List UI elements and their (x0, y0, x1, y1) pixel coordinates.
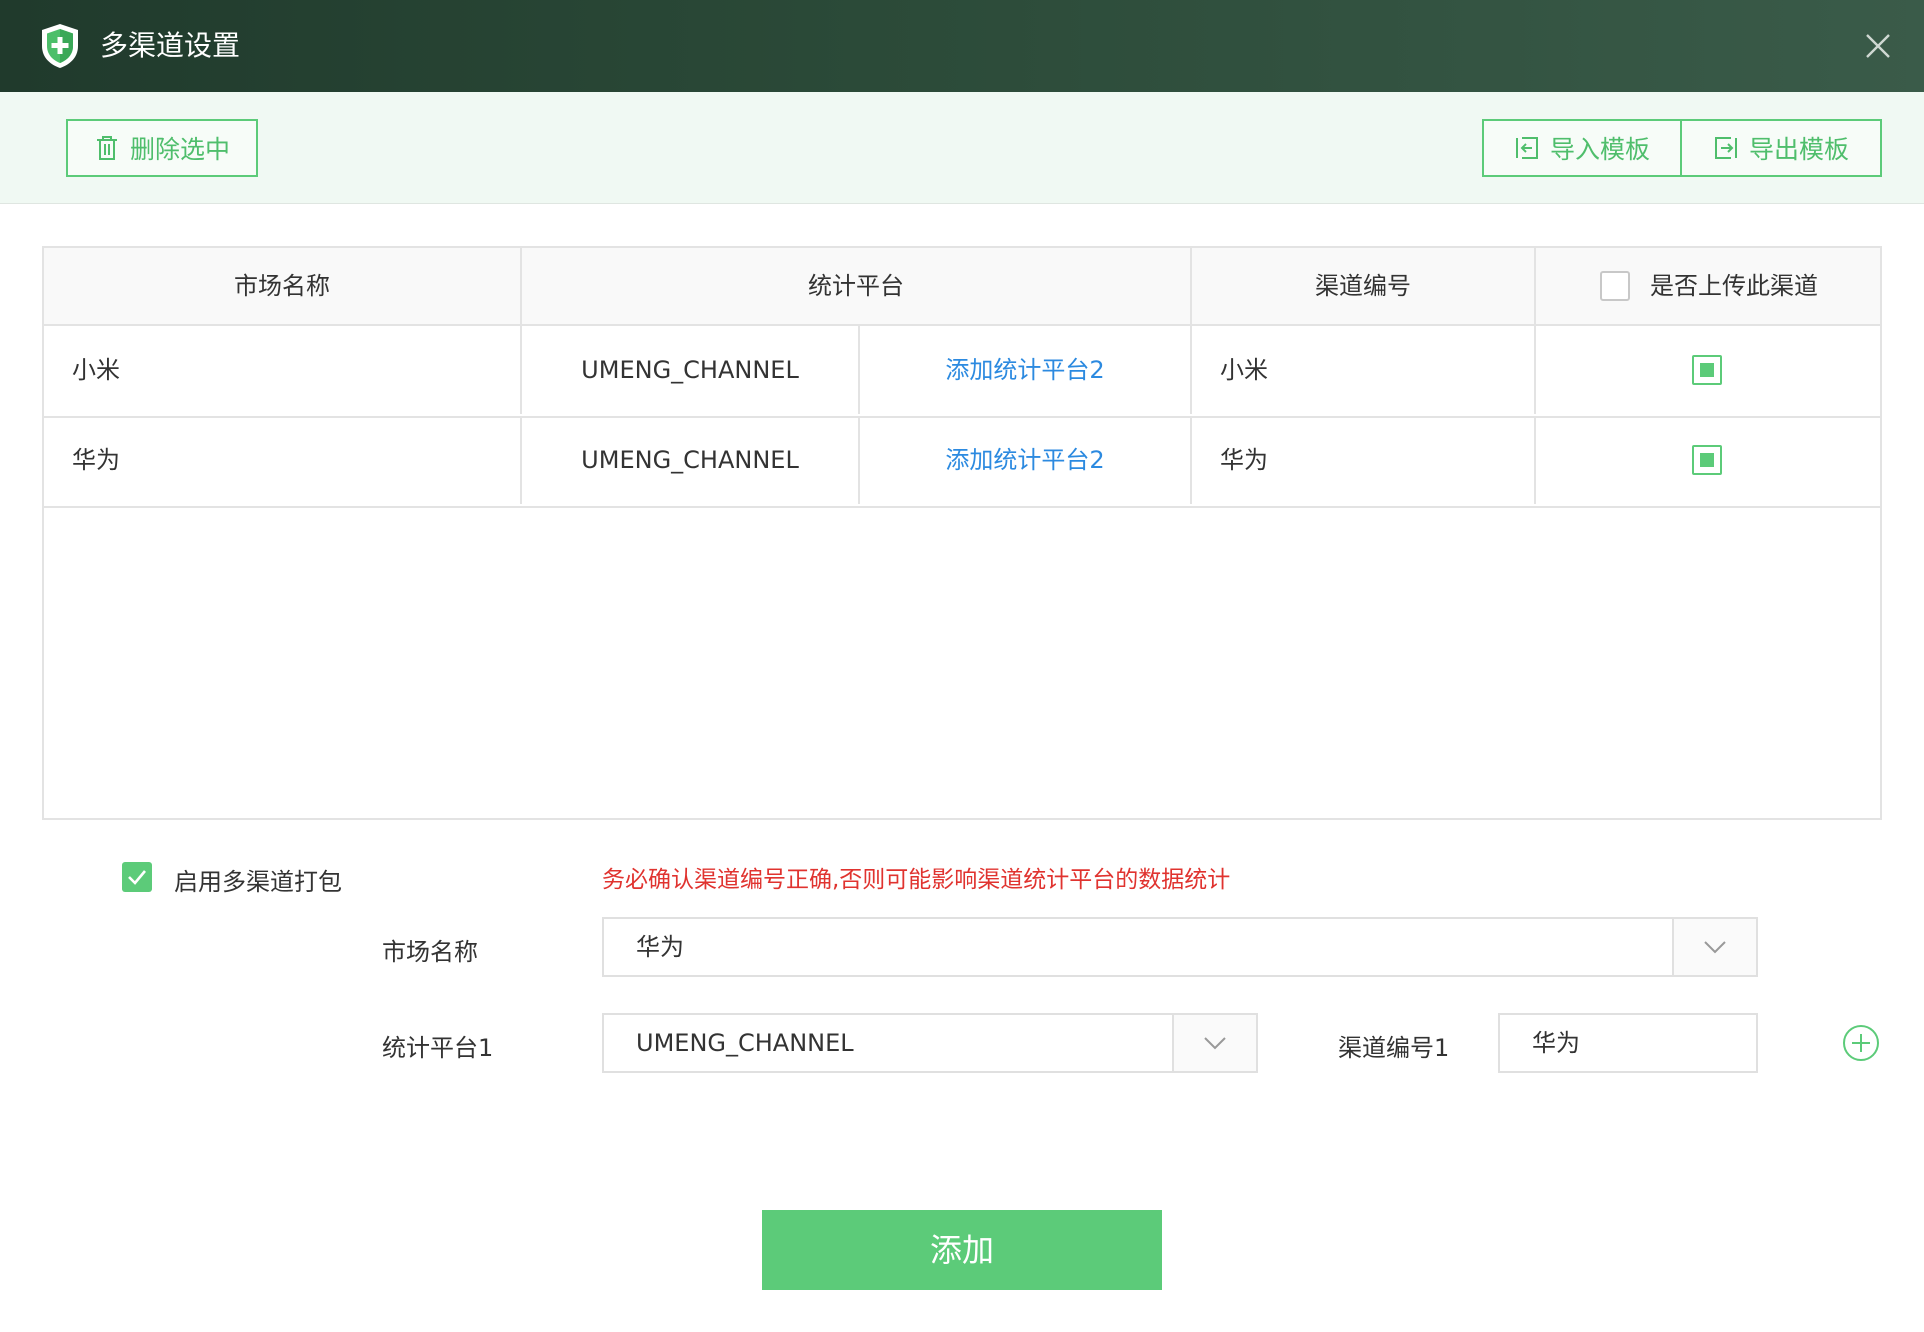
cell-platform: UMENG_CHANNEL (522, 326, 860, 414)
table-row[interactable]: 小米 UMENG_CHANNEL 添加统计平台2 小米 (44, 326, 1880, 418)
header-market-name: 市场名称 (44, 248, 522, 324)
channel-code-1-input[interactable]: 华为 (1498, 1013, 1758, 1073)
enable-multichannel-label: 启用多渠道打包 (174, 868, 342, 896)
window-title: 多渠道设置 (100, 29, 241, 62)
platform-1-select[interactable]: UMENG_CHANNEL (602, 1013, 1258, 1073)
delete-selected-button[interactable]: 删除选中 (66, 119, 258, 177)
title-bar: 多渠道设置 (0, 0, 1924, 92)
upload-checkbox[interactable] (1692, 355, 1722, 385)
add-circle-icon[interactable] (1842, 1024, 1880, 1062)
platform-1-dropdown[interactable] (1172, 1015, 1256, 1071)
cell-market: 小米 (44, 326, 522, 414)
channel-code-1-label: 渠道编号1 (1338, 1034, 1450, 1062)
shield-logo-icon (42, 24, 78, 68)
market-name-dropdown[interactable] (1672, 919, 1756, 975)
add-platform-2-link[interactable]: 添加统计平台2 (860, 416, 1192, 504)
header-upload-label: 是否上传此渠道 (1650, 272, 1818, 300)
cell-upload (1536, 326, 1880, 414)
table-header: 市场名称 统计平台 渠道编号 是否上传此渠道 (44, 248, 1880, 326)
add-button[interactable]: 添加 (762, 1210, 1162, 1290)
add-platform-2-link[interactable]: 添加统计平台2 (860, 326, 1192, 414)
header-channel-code: 渠道编号 (1192, 248, 1536, 324)
header-platform: 统计平台 (522, 248, 1192, 324)
delete-selected-label: 删除选中 (129, 135, 230, 164)
export-template-button[interactable]: 导出模板 (1682, 119, 1882, 177)
upload-checkbox[interactable] (1692, 445, 1722, 475)
channel-table: 市场名称 统计平台 渠道编号 是否上传此渠道 小米 UMENG_CHANNEL … (42, 246, 1882, 820)
checkmark-icon (128, 870, 146, 885)
select-all-checkbox[interactable] (1600, 271, 1630, 301)
export-template-label: 导出模板 (1748, 135, 1849, 164)
enable-multichannel-checkbox[interactable] (122, 862, 152, 892)
cell-upload (1536, 416, 1880, 504)
header-upload: 是否上传此渠道 (1536, 248, 1880, 324)
cell-platform: UMENG_CHANNEL (522, 416, 860, 504)
import-template-button[interactable]: 导入模板 (1482, 119, 1682, 177)
export-icon (1714, 137, 1737, 159)
toolbar: 删除选中 导入模板 导出模板 (0, 92, 1924, 204)
market-name-label: 市场名称 (382, 938, 478, 966)
cell-channel: 小米 (1192, 326, 1536, 414)
import-icon (1515, 137, 1538, 159)
market-name-select[interactable]: 华为 (602, 917, 1758, 977)
platform-1-value: UMENG_CHANNEL (636, 1029, 854, 1057)
warning-text: 务必确认渠道编号正确,否则可能影响渠道统计平台的数据统计 (602, 867, 1231, 893)
template-button-group: 导入模板 导出模板 (1482, 119, 1882, 177)
trash-icon (96, 136, 117, 160)
platform-1-label: 统计平台1 (382, 1034, 494, 1062)
chevron-down-icon (1704, 941, 1726, 954)
cell-market: 华为 (44, 416, 522, 504)
table-row[interactable]: 华为 UMENG_CHANNEL 添加统计平台2 华为 (44, 416, 1880, 508)
import-template-label: 导入模板 (1549, 135, 1650, 164)
market-name-value: 华为 (636, 933, 684, 961)
close-icon[interactable] (1862, 30, 1894, 62)
chevron-down-icon (1204, 1037, 1226, 1050)
cell-channel: 华为 (1192, 416, 1536, 504)
